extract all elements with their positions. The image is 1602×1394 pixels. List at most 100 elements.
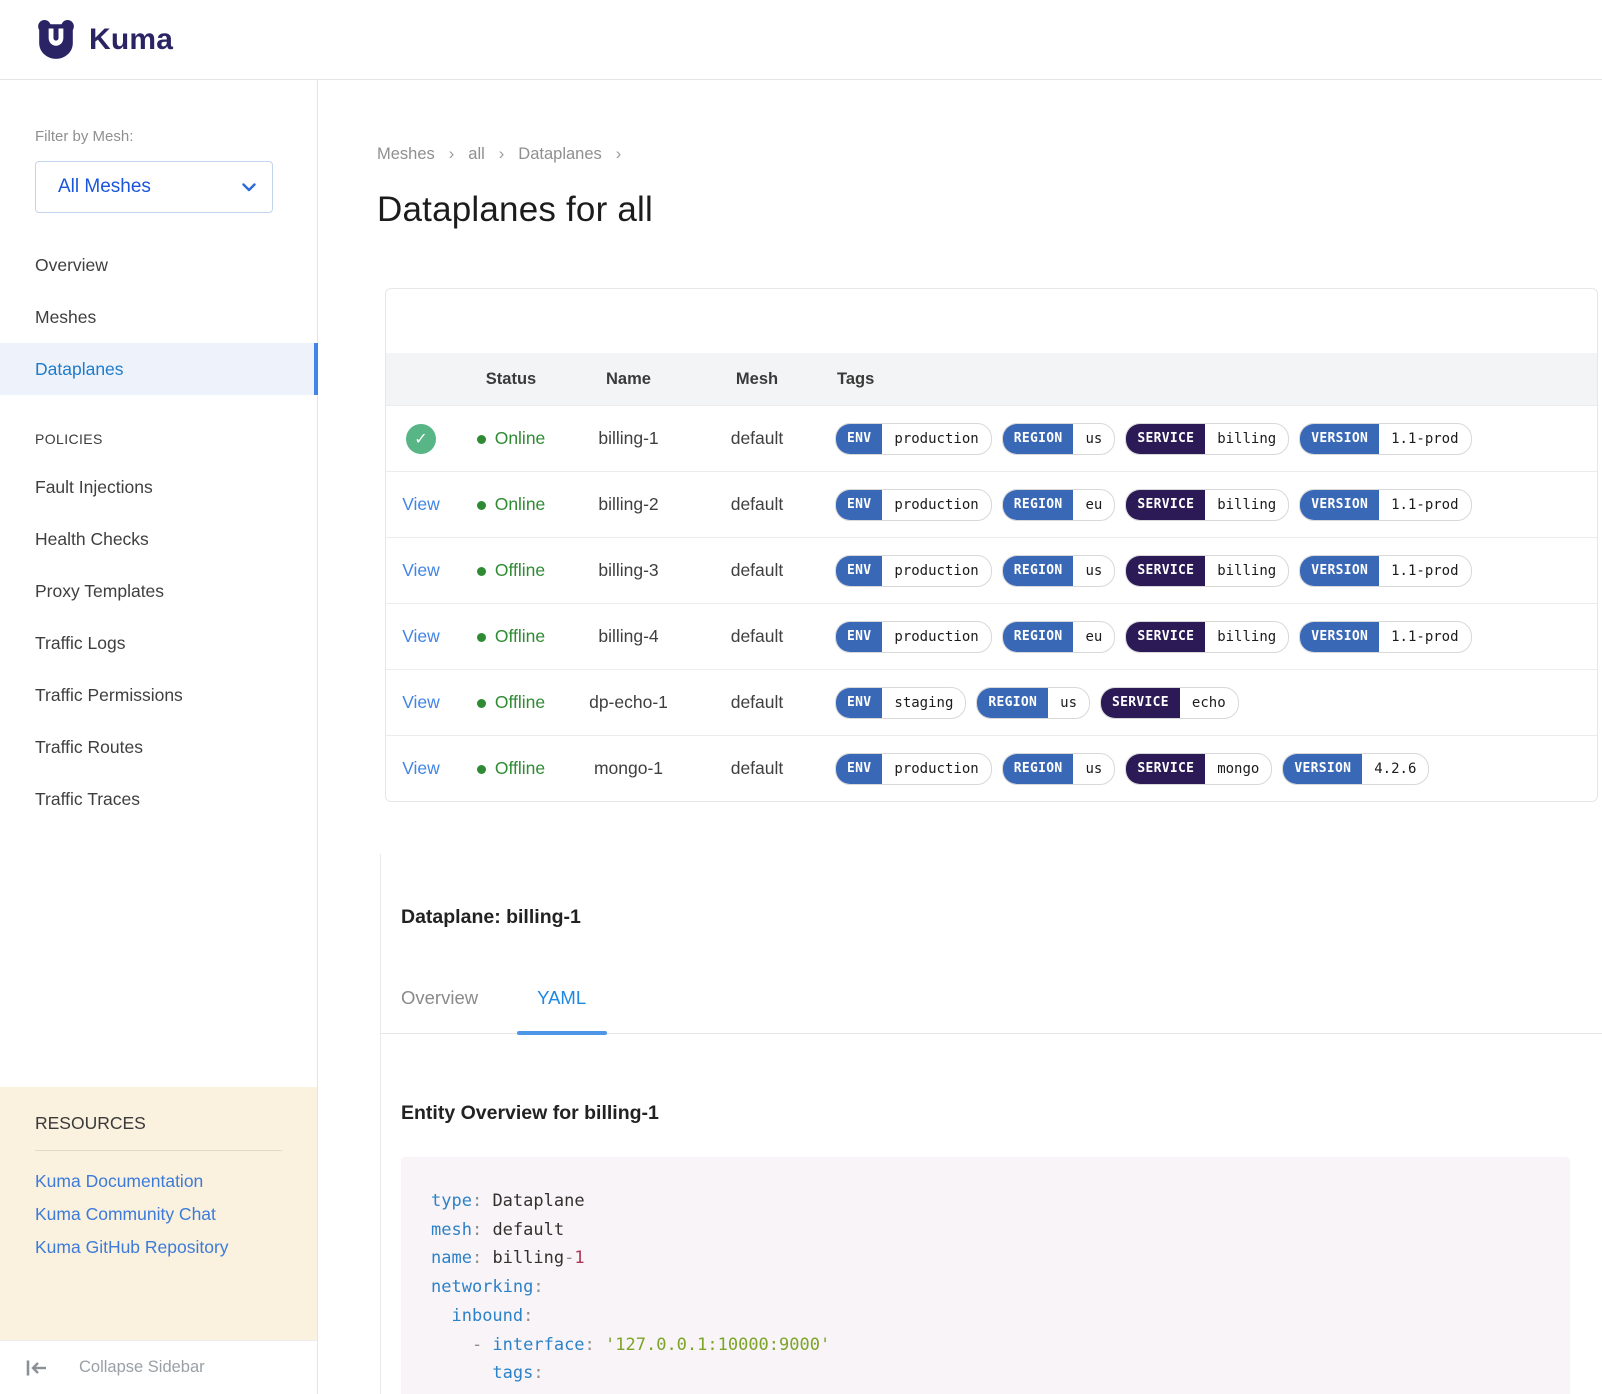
tag-value: us <box>1048 688 1089 718</box>
sidebar-item-health-checks[interactable]: Health Checks <box>0 513 317 565</box>
resource-link-kuma-github-repository[interactable]: Kuma GitHub Repository <box>35 1237 282 1258</box>
tags-cell: ENVproductionREGIONeuSERVICEbillingVERSI… <box>823 621 1597 653</box>
mesh-filter-value: All Meshes <box>58 176 151 198</box>
status-label: Offline <box>495 560 545 580</box>
status-cell: Offline <box>456 692 566 713</box>
kuma-logo[interactable]: Kuma <box>35 19 173 61</box>
tag-key: REGION <box>1003 622 1074 652</box>
status-dot-icon <box>477 435 486 444</box>
yaml-line: tags: <box>431 1359 1546 1388</box>
table-row: ViewOfflinemongo-1defaultENVproductionRE… <box>386 735 1597 801</box>
entity-overview-heading: Entity Overview for billing-1 <box>401 1102 1570 1125</box>
yaml-line: - interface: '127.0.0.1:10000:9000' <box>431 1331 1546 1360</box>
tag-key: REGION <box>1003 424 1074 454</box>
page-title: Dataplanes for all <box>377 190 1602 230</box>
table-row: ViewOfflinebilling-3defaultENVproduction… <box>386 537 1597 603</box>
breadcrumb-item-dataplanes[interactable]: Dataplanes <box>518 145 601 164</box>
breadcrumb-item-all[interactable]: all <box>468 145 485 164</box>
tag-key: SERVICE <box>1126 754 1205 784</box>
sidebar-policies-nav: Fault InjectionsHealth ChecksProxy Templ… <box>0 461 317 825</box>
view-link[interactable]: View <box>402 626 440 646</box>
kuma-bear-icon <box>35 19 77 61</box>
tag-key: ENV <box>836 556 882 586</box>
tag-chip-service: SERVICEbilling <box>1125 423 1289 455</box>
name-cell: mongo-1 <box>566 758 691 779</box>
tag-value: 1.1-prod <box>1379 424 1470 454</box>
sidebar-item-dataplanes[interactable]: Dataplanes <box>0 343 317 395</box>
selected-check-icon: ✓ <box>406 424 436 454</box>
yaml-line: networking: <box>431 1273 1546 1302</box>
dataplane-detail-section: Dataplane: billing-1 OverviewYAML Entity… <box>380 854 1602 1394</box>
tag-chip-version: VERSION1.1-prod <box>1299 489 1471 521</box>
status-dot-icon <box>477 567 486 576</box>
resource-link-kuma-documentation[interactable]: Kuma Documentation <box>35 1171 282 1192</box>
tag-value: billing <box>1205 622 1288 652</box>
tag-chip-service: SERVICEbilling <box>1125 621 1289 653</box>
tag-chip-region: REGIONeu <box>1002 489 1116 521</box>
tag-key: VERSION <box>1300 424 1379 454</box>
view-link[interactable]: View <box>402 692 440 712</box>
yaml-line: inbound: <box>431 1302 1546 1331</box>
tag-value: 1.1-prod <box>1379 622 1470 652</box>
tag-chip-env: ENVproduction <box>835 753 992 785</box>
tag-chip-version: VERSION1.1-prod <box>1299 423 1471 455</box>
collapse-sidebar-button[interactable]: Collapse Sidebar <box>0 1340 317 1394</box>
mesh-filter-select[interactable]: All Meshes <box>35 161 273 213</box>
mesh-cell: default <box>691 494 823 515</box>
tags-cell: ENVproduction REGIONus SERVICEbilling VERSI… <box>823 423 1597 455</box>
tag-chip-version: VERSION4.2.6 <box>1282 753 1429 785</box>
sidebar-item-proxy-templates[interactable]: Proxy Templates <box>0 565 317 617</box>
tag-key: VERSION <box>1300 490 1379 520</box>
policies-heading: POLICIES <box>0 409 317 461</box>
sidebar-main-nav: OverviewMeshesDataplanes <box>0 239 317 395</box>
status-dot-icon <box>477 765 486 774</box>
brand-name: Kuma <box>89 23 173 57</box>
tag-chip-env: ENVstaging <box>835 687 966 719</box>
tag-chip-env: ENVproduction <box>835 423 992 455</box>
breadcrumb-item-meshes[interactable]: Meshes <box>377 145 435 164</box>
sidebar-item-traffic-traces[interactable]: Traffic Traces <box>0 773 317 825</box>
collapse-sidebar-icon <box>25 1359 49 1377</box>
tag-key: SERVICE <box>1126 490 1205 520</box>
status-dot-icon <box>477 699 486 708</box>
sidebar-item-overview[interactable]: Overview <box>0 239 317 291</box>
status-cell: Online <box>456 428 566 449</box>
resource-link-kuma-community-chat[interactable]: Kuma Community Chat <box>35 1204 282 1225</box>
sidebar-item-traffic-logs[interactable]: Traffic Logs <box>0 617 317 669</box>
tab-yaml[interactable]: YAML <box>535 987 588 1009</box>
tag-key: ENV <box>836 424 882 454</box>
yaml-line: mesh: default <box>431 1216 1546 1245</box>
sidebar-item-traffic-routes[interactable]: Traffic Routes <box>0 721 317 773</box>
tag-value: us <box>1073 556 1114 586</box>
row-action-cell: ✓ <box>386 424 456 454</box>
view-link[interactable]: View <box>402 758 440 778</box>
tag-value: billing <box>1205 556 1288 586</box>
tag-chip-version: VERSION1.1-prod <box>1299 621 1471 653</box>
resources-divider <box>35 1150 282 1151</box>
tag-key: VERSION <box>1300 556 1379 586</box>
yaml-code-block: type: Dataplanemesh: defaultname: billin… <box>401 1157 1570 1394</box>
sidebar-item-traffic-permissions[interactable]: Traffic Permissions <box>0 669 317 721</box>
name-cell: billing-3 <box>566 560 691 581</box>
view-link[interactable]: View <box>402 494 440 514</box>
status-label: Online <box>495 494 546 514</box>
tag-value: us <box>1073 424 1114 454</box>
column-header-tags: Tags <box>823 370 1597 389</box>
breadcrumb-separator: › <box>616 145 622 164</box>
breadcrumb: Meshes›all›Dataplanes› <box>377 145 1602 164</box>
sidebar-item-meshes[interactable]: Meshes <box>0 291 317 343</box>
sidebar-item-fault-injections[interactable]: Fault Injections <box>0 461 317 513</box>
tab-overview[interactable]: Overview <box>399 987 480 1009</box>
view-link[interactable]: View <box>402 560 440 580</box>
tag-key: ENV <box>836 754 882 784</box>
table-row: ✓Onlinebilling-1defaultENVproductionREGI… <box>386 405 1597 471</box>
tag-chip-region: REGIONus <box>1002 753 1116 785</box>
tag-key: REGION <box>1003 754 1074 784</box>
status-cell: Offline <box>456 758 566 779</box>
tag-key: SERVICE <box>1126 424 1205 454</box>
tags-cell: ENVproductionREGIONusSERVICEmongoVERSION… <box>823 753 1597 785</box>
table-row: ViewOnlinebilling-2defaultENVproductionR… <box>386 471 1597 537</box>
tag-value: billing <box>1205 424 1288 454</box>
name-cell: billing-1 <box>566 428 691 449</box>
yaml-tab-content: Entity Overview for billing-1 type: Data… <box>381 1034 1602 1394</box>
